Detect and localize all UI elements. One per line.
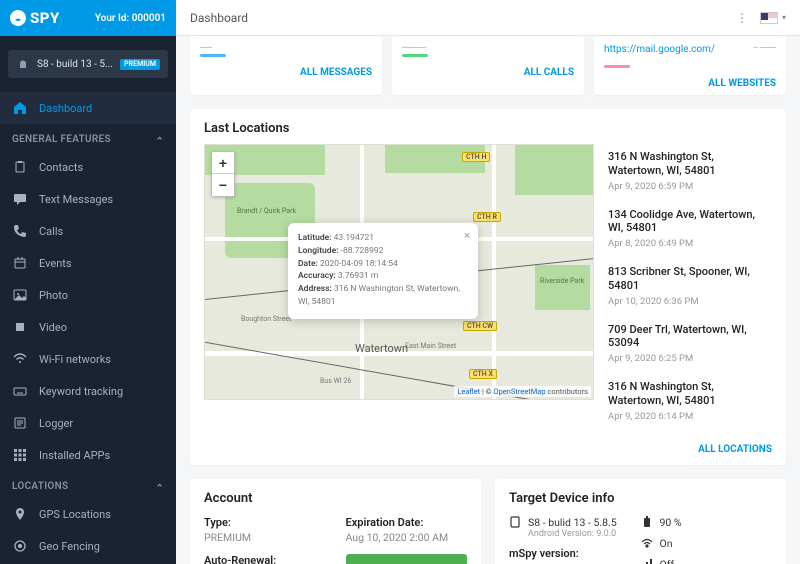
phone-icon: [12, 223, 28, 239]
account-card: Account Type: PREMIUM Auto-Renewal: Expi…: [190, 479, 481, 564]
wifi-icon: [12, 351, 28, 367]
nav-photo[interactable]: Photo: [0, 279, 176, 311]
log-icon: [12, 415, 28, 431]
summary-card: ______ALL CALLS: [392, 36, 584, 95]
locations-card: Last Locations: [190, 109, 786, 465]
content: ___ALL MESSAGES______ALL CALLShttps://ma…: [176, 36, 800, 564]
nav-events[interactable]: Events: [0, 247, 176, 279]
close-icon[interactable]: ×: [464, 228, 470, 245]
device-badge: PREMIUM: [120, 59, 160, 70]
location-item[interactable]: 134 Coolidge Ave, Watertown, WI, 54801Ap…: [608, 202, 772, 260]
url-link[interactable]: https://mail.google.com/: [604, 44, 776, 55]
osm-link[interactable]: OpenStreetMap: [493, 387, 545, 396]
logo-text: SPY: [30, 9, 60, 27]
nav-geo-fencing[interactable]: Geo Fencing: [0, 530, 176, 562]
summary-row: ___ALL MESSAGES______ALL CALLShttps://ma…: [190, 36, 786, 95]
map-attribution: Leaflet | © OpenStreetMap contributors: [454, 386, 591, 397]
summary-link[interactable]: ALL CALLS: [524, 67, 574, 78]
location-item[interactable]: 316 N Washington St, Watertown, WI, 5480…: [608, 374, 772, 432]
leaflet-link[interactable]: Leaflet: [457, 387, 480, 396]
summary-link[interactable]: ALL MESSAGES: [300, 67, 372, 78]
map[interactable]: Brandt / Quirk Park West Spaulding Stree…: [204, 144, 594, 400]
all-locations-link[interactable]: ALL LOCATIONS: [698, 444, 772, 455]
renew-button[interactable]: RENEW: [346, 554, 468, 564]
nav-text-messages[interactable]: Text Messages: [0, 183, 176, 215]
topbar: Dashboard ⋮ ▾: [176, 0, 800, 36]
account-title: Account: [204, 491, 467, 506]
image-icon: [12, 287, 28, 303]
nav-wi-fi-networks[interactable]: Wi-Fi networks: [0, 343, 176, 375]
flag-us-icon: [760, 12, 778, 24]
user-id: Your Id: 000001: [95, 13, 166, 24]
target-device-card: Target Device info S8 - bulid 13 - 5.8.5…: [495, 479, 786, 564]
fence-icon: [12, 538, 28, 554]
summary-link[interactable]: ALL WEBSITES: [708, 78, 776, 89]
sidebar-header: SPY Your Id: 000001: [0, 0, 176, 36]
nav-installed-apps[interactable]: Installed APPs: [0, 439, 176, 471]
page-title: Dashboard: [190, 11, 248, 25]
sidebar: SPY Your Id: 000001 S8 - build 13 - 5...…: [0, 0, 176, 564]
nav-gps-locations[interactable]: GPS Locations: [0, 498, 176, 530]
wifi-icon: [641, 537, 653, 549]
chevron-up-icon: ⌄: [155, 134, 164, 145]
nav-section-locations[interactable]: LOCATIONS ⌄: [0, 471, 176, 498]
location-list: 316 N Washington St, Watertown, WI, 5480…: [608, 144, 772, 432]
video-icon: [12, 319, 28, 335]
locations-title: Last Locations: [190, 109, 786, 144]
battery-icon: [641, 516, 653, 528]
keyboard-icon: [12, 383, 28, 399]
summary-card: https://mail.google.com/_ ____ALL WEBSIT…: [594, 36, 786, 95]
tdi-title: Target Device info: [509, 491, 772, 506]
signal-icon: [641, 558, 653, 564]
location-item[interactable]: 316 N Washington St, Watertown, WI, 5480…: [608, 144, 772, 202]
nav-logger[interactable]: Logger: [0, 407, 176, 439]
grid-icon: [12, 447, 28, 463]
device-selector[interactable]: S8 - build 13 - 5... PREMIUM: [8, 50, 168, 78]
device-name: S8 - build 13 - 5...: [37, 59, 113, 70]
main: Dashboard ⋮ ▾ ___ALL MESSAGES______ALL C…: [176, 0, 800, 564]
location-item[interactable]: 813 Scribner St, Spooner, WI, 54801Apr 1…: [608, 259, 772, 317]
home-icon: [12, 100, 28, 116]
nav-keyword-tracking[interactable]: Keyword tracking: [0, 375, 176, 407]
nav-calls[interactable]: Calls: [0, 215, 176, 247]
pin-icon: [12, 506, 28, 522]
chevron-up-icon: ⌄: [155, 481, 164, 492]
nav-contacts[interactable]: Contacts: [0, 151, 176, 183]
zoom-out-button[interactable]: −: [212, 174, 234, 196]
map-zoom: + −: [211, 151, 235, 197]
logo-icon: [10, 10, 26, 26]
phone-vert-icon: [509, 516, 521, 528]
zoom-in-button[interactable]: +: [212, 152, 234, 174]
android-icon: [16, 57, 30, 71]
nav-section-general[interactable]: GENERAL FEATURES ⌄: [0, 124, 176, 151]
clipboard-icon: [12, 159, 28, 175]
summary-card: ___ALL MESSAGES: [190, 36, 382, 95]
language-selector[interactable]: ▾: [760, 12, 786, 24]
menu-icon[interactable]: ⋮: [736, 11, 748, 25]
logo[interactable]: SPY: [10, 9, 60, 27]
location-item[interactable]: 709 Deer Trl, Watertown, WI, 53094Apr 9,…: [608, 317, 772, 375]
calendar-icon: [12, 255, 28, 271]
nav-dashboard[interactable]: Dashboard: [0, 92, 176, 124]
map-popup: × Latitude: 43.194721 Longitude: -88.728…: [288, 223, 478, 319]
chevron-down-icon: ▾: [782, 13, 786, 22]
nav-video[interactable]: Video: [0, 311, 176, 343]
message-icon: [12, 191, 28, 207]
